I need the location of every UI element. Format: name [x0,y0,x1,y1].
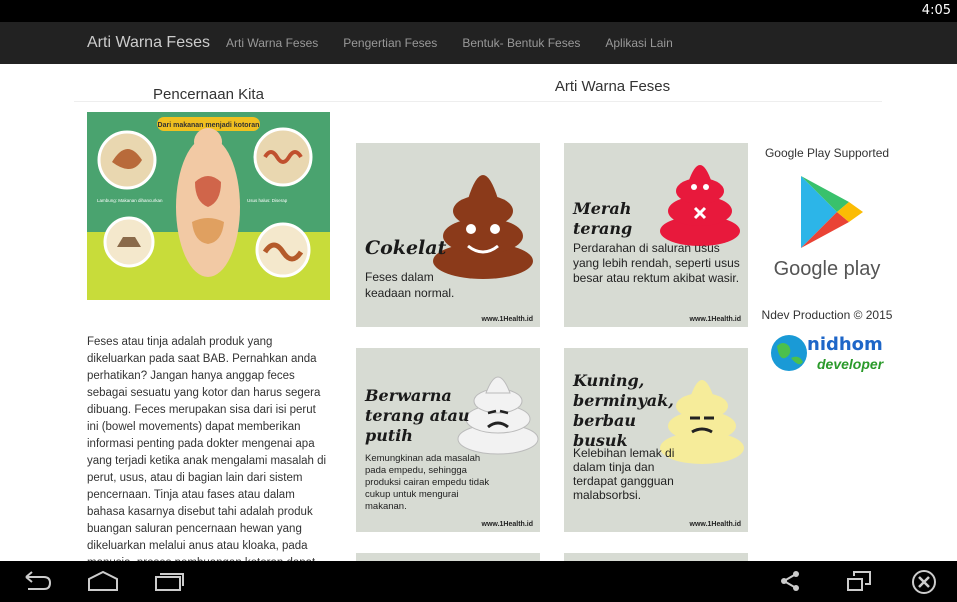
navbar-links: Arti Warna Feses Pengertian Feses Bentuk… [226,36,698,50]
google-play-icon[interactable] [797,174,867,250]
developer-logo[interactable]: nidhom developer [769,332,883,379]
card-heading: Cokelat [365,237,447,259]
card-site: www.1Health.id [689,316,741,323]
card-description: Kelebihan lemak di dalam tinja dan terda… [573,446,675,502]
color-card-kuning[interactable]: Kuning, berminyak, berbau busuk Kelebiha… [564,348,748,532]
screen-rotate-icon[interactable] [845,569,873,593]
card-description: Feses dalam keadaan normal. [365,270,455,300]
color-card-next-1[interactable] [356,553,540,561]
color-card-merah[interactable]: Merah terang Perdarahan di saluran usus … [564,143,748,327]
color-card-next-2[interactable] [564,553,748,561]
globe-icon [771,335,807,371]
card-site: www.1Health.id [481,316,533,323]
brown-poop-icon [433,175,533,279]
brown-poop-tip [468,175,498,199]
card-site: www.1Health.id [689,521,741,528]
svg-text:Usus halus: Diserap: Usus halus: Diserap [247,198,288,203]
nav-link-pengertian[interactable]: Pengertian Feses [343,36,437,50]
nav-link-arti-warna[interactable]: Arti Warna Feses [226,36,318,50]
illustration-caption: Dari makanan menjadi kotoran [158,122,260,129]
red-poop-tip [688,165,712,183]
card-description: Kemungkinan ada masalah pada empedu, seh… [365,453,490,512]
nav-link-aplikasi-lain[interactable]: Aplikasi Lain [605,36,672,50]
card-description: Perdarahan di saluran usus yang lebih re… [573,241,740,285]
red-poop-icon [660,165,740,246]
android-nav-bar [0,561,957,602]
nav-link-bentuk[interactable]: Bentuk- Bentuk Feses [462,36,580,50]
color-card-putih[interactable]: Berwarna terang atau putih Kemungkinan a… [356,348,540,532]
google-play-label: Google Play Supported [764,146,890,160]
main-title: Arti Warna Feses [554,78,671,95]
share-icon[interactable] [778,569,802,593]
card-heading: Kuning, berminyak, berbau busuk [573,371,674,450]
white-poop-tip [485,376,511,394]
close-icon[interactable] [911,569,937,595]
brown-poop-layer-3 [453,195,513,227]
card-heading: Berwarna terang atau putih [365,386,470,445]
google-play-wordmark: Google play [773,258,881,280]
feses-description: Feses atau tinja adalah produk yang dike… [87,336,327,561]
copyright-text: Ndev Production © 2015 [761,308,893,322]
color-card-cokelat[interactable]: Cokelat Feses dalam keadaan normal. www.… [356,143,540,327]
digestion-illustration: Dari makanan menjadi kotoran Lambung: Ma… [87,112,330,300]
developer-name: nidhom [807,334,883,355]
svg-text:Lambung: Makanan dihancurkan: Lambung: Makanan dihancurkan [97,198,163,203]
status-clock: 4:05 [921,3,951,18]
navbar-brand[interactable]: Arti Warna Feses [87,34,210,52]
page-content[interactable]: Pencernaan Kita Dari makanan menjadi kot… [0,64,957,561]
yellow-poop-tip [690,380,714,398]
back-icon[interactable] [22,569,52,593]
card-heading: Merah terang [573,199,633,238]
card-site: www.1Health.id [481,521,533,528]
title-divider [74,101,882,102]
home-icon[interactable] [87,569,119,593]
recent-apps-icon[interactable] [154,569,186,593]
scrollbar[interactable] [949,64,957,561]
status-bar: 4:05 [0,0,957,22]
developer-subtitle: developer [817,356,884,372]
top-navbar: Arti Warna Feses Arti Warna Feses Penger… [0,22,957,64]
